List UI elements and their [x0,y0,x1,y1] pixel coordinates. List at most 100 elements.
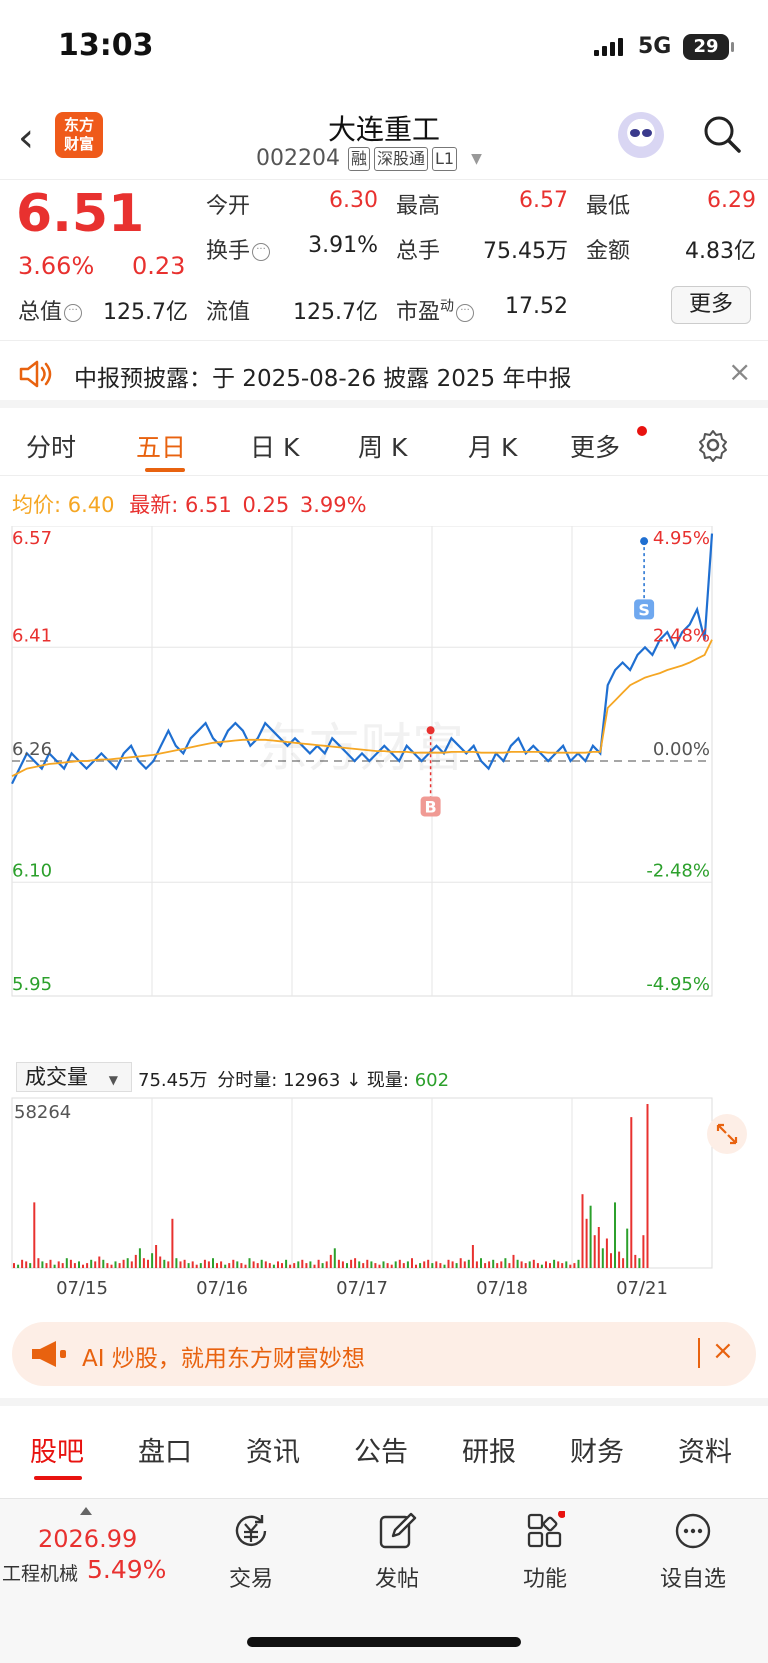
volume-chart[interactable]: 58264 07/15 07/16 07/17 07/18 07/21 [0,1096,768,1296]
marker-dot [426,726,435,735]
indicator-selector[interactable]: 成交量 ▼ [16,1062,132,1092]
now-volume: 602 [414,1070,450,1091]
expand-icon[interactable] [707,1114,747,1154]
sector-index-pct[interactable]: 5.49% [87,1555,166,1584]
assistant-avatar-icon[interactable] [618,112,664,158]
chevron-down-icon[interactable]: ▼ [471,151,482,167]
change-pct: 3.66% [18,252,95,280]
info-icon[interactable]: ··· [64,304,83,322]
divider [698,1338,700,1368]
status-time: 13:03 [58,28,154,63]
tab-intraday[interactable]: 分时 [26,428,76,464]
indicator-selector-label: 成交量 [25,1065,88,1089]
tab-five-day[interactable]: 五日 [136,428,186,464]
nav-add-watchlist-label: 设自选 [659,1567,726,1592]
low-label: 最低 [586,194,631,219]
battery-icon: 29 [683,34,734,60]
y-tick-left: 6.26 [12,739,52,760]
open-value: 6.30 [329,188,378,213]
turnover-label-text: 换手 [206,239,251,264]
megaphone-icon [32,1341,66,1367]
tab-monthly-k[interactable]: 月 K [468,428,517,464]
last-value: 6.51 [184,493,232,517]
tab-forum[interactable]: 股吧 [30,1430,84,1469]
pe-sup: 动 [440,298,455,315]
x-tick-label: 07/15 [56,1278,108,1296]
y-tick-left: 6.57 [12,528,52,549]
stock-code-line: 002204 融 深股通 L1 ▼ [256,146,482,171]
float-label: 流值 [206,300,251,325]
notice-bar[interactable]: 中报预披露：于 2025-08-26 披露 2025 年中报 × [0,340,768,408]
nav-trade-label: 交易 [228,1567,273,1592]
change-value: 0.23 [132,252,186,280]
turnover-value: 3.91% [308,233,378,258]
expand-up-icon[interactable] [80,1507,92,1515]
x-tick-label: 07/18 [476,1278,528,1296]
notification-dot [637,426,647,436]
avg-value: 6.40 [67,493,115,517]
sector-index-value[interactable]: 2026.99 [38,1525,137,1553]
speaker-icon [19,360,52,388]
down-arrow-icon: ↓ [346,1070,362,1091]
more-dots-icon [675,1513,711,1549]
notice-text: 中报预披露：于 2025-08-26 披露 2025 年中报 [74,366,572,392]
search-icon[interactable] [702,114,742,154]
y-tick-right: -4.95% [646,974,710,995]
tab-daily-k[interactable]: 日 K [250,428,299,464]
last-change: 0.25 [242,493,290,517]
volume-max-tick: 58264 [14,1102,71,1123]
tab-orderbook[interactable]: 盘口 [138,1430,192,1469]
settings-gear-icon[interactable] [696,428,730,462]
tab-weekly-k[interactable]: 周 K [358,428,407,464]
amount-label: 金额 [586,239,631,264]
y-tick-left: 6.10 [12,860,52,881]
tab-profile[interactable]: 资料 [678,1430,732,1469]
tab-research[interactable]: 研报 [462,1430,516,1469]
five-day-price-chart[interactable]: 东方财富6.576.416.266.105.954.95%2.48%0.00%-… [0,526,768,1056]
tab-finance[interactable]: 财务 [570,1430,624,1469]
volume-info-bar: 成交量 ▼ 75.45万 分时量: 12963 ↓ 现量: 602 [0,1060,768,1096]
edit-icon [379,1512,417,1549]
tab-announcements[interactable]: 公告 [354,1430,408,1469]
expand-icon-bg [707,1114,747,1154]
ai-banner[interactable]: AI 炒股，就用东方财富妙想 × [12,1322,756,1386]
high-label: 最高 [396,194,441,219]
stock-code: 002204 [256,146,340,171]
close-icon[interactable]: × [712,1336,734,1366]
x-tick-label: 07/17 [336,1278,388,1296]
nav-trade[interactable]: 交易 [206,1511,296,1593]
nav-features-label: 功能 [522,1567,567,1592]
avg-label: 均价: [12,493,62,517]
stock-header: ‹ 东方 财富 大连重工 002204 融 深股通 L1 ▼ [0,100,768,180]
nav-post[interactable]: 发帖 [352,1511,442,1593]
mktcap-label: 总值 ··· [18,294,83,326]
y-tick-right: -2.48% [646,860,710,881]
tag-margin: 融 [347,146,370,171]
open-label: 今开 [206,194,251,219]
sector-index-name[interactable]: 工程机械 [2,1559,78,1586]
volume-value: 75.45万 [483,239,568,264]
info-icon[interactable]: ··· [252,243,271,261]
nav-features[interactable]: 功能 [500,1511,590,1593]
y-tick-right: 2.48% [653,625,710,646]
info-icon[interactable]: ··· [456,304,475,322]
x-tick-label: 07/16 [196,1278,248,1296]
period-tabs: 分时 五日 日 K 周 K 月 K 更多 [0,412,768,476]
y-tick-right: 4.95% [653,528,710,549]
more-button[interactable]: 更多 [671,286,751,324]
pe-value: 17.52 [505,294,568,319]
amount-value: 4.83亿 [685,239,756,264]
float-value: 125.7亿 [293,300,378,325]
close-icon[interactable]: × [728,355,751,388]
tab-news[interactable]: 资讯 [246,1430,300,1469]
nav-add-watchlist[interactable]: 设自选 [648,1511,738,1593]
tab-more[interactable]: 更多 [570,428,620,464]
mktcap-label-text: 总值 [18,300,63,325]
chart-info-line: 均价: 6.40 最新: 6.51 0.25 3.99% [12,489,367,519]
turnover-label: 换手 ··· [206,233,271,265]
now-volume-label: 现量: [366,1070,409,1091]
marker-label: B [424,797,436,816]
content-tabs: 股吧 盘口 资讯 公告 研报 财务 资料 [0,1398,768,1488]
active-tab-indicator [145,468,185,472]
tag-connect: 深股通 [374,146,429,171]
